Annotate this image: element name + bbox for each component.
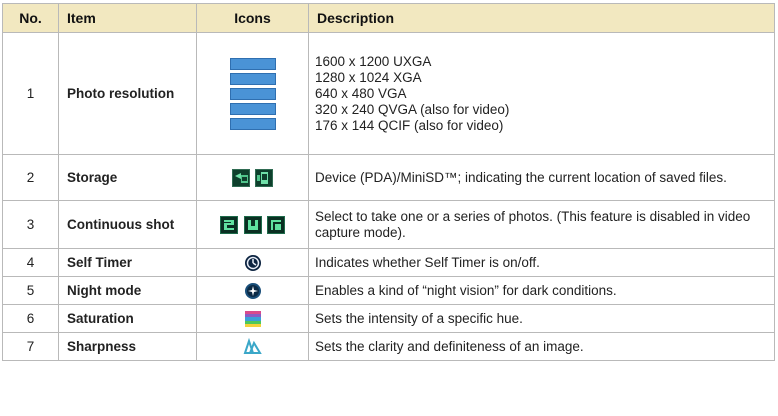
- row-icons: [196, 200, 309, 249]
- desc-line: 640 x 480 VGA: [315, 85, 407, 101]
- continuous-shot-series-icon: [243, 215, 262, 234]
- row-item: Sharpness: [58, 332, 197, 361]
- row-icons: [196, 248, 309, 277]
- header-description: Description: [308, 3, 775, 33]
- storage-minisd-icon: [231, 168, 250, 187]
- row-item: Photo resolution: [58, 32, 197, 155]
- saturation-icon: [244, 310, 261, 327]
- table-row: 4 Self Timer Indicates whether Self Time…: [2, 248, 775, 277]
- row-icons: [196, 154, 309, 201]
- row-description: 1600 x 1200 UXGA 1280 x 1024 XGA 640 x 4…: [308, 32, 775, 155]
- sharpness-icon: [243, 337, 262, 354]
- row-icons: [196, 276, 309, 305]
- night-mode-icon: [244, 282, 261, 299]
- row-description: Sets the clarity and definiteness of an …: [308, 332, 775, 361]
- camera-settings-table: No. Item Icons Description 1 Photo resol…: [2, 3, 775, 361]
- continuous-shot-burst-icon: [267, 215, 286, 234]
- desc-line: 176 x 144 QCIF (also for video): [315, 117, 504, 133]
- row-number: 7: [2, 332, 59, 361]
- res-640x480-icon: [229, 87, 276, 100]
- self-timer-icon: [244, 254, 261, 271]
- row-number: 1: [2, 32, 59, 155]
- res-1280x1024-icon: [229, 72, 276, 85]
- res-1600x1200-icon: [229, 57, 276, 70]
- table-row: 5 Night mode Enables a kind of “night vi…: [2, 276, 775, 305]
- header-icons: Icons: [196, 3, 309, 33]
- row-description: Device (PDA)/MiniSD™; indicating the cur…: [308, 154, 775, 201]
- storage-device-icon: [255, 168, 274, 187]
- row-number: 3: [2, 200, 59, 249]
- res-176x144-icon: [229, 117, 276, 130]
- row-icons: [196, 332, 309, 361]
- table-row: 6 Saturation Sets the intensity of a spe…: [2, 304, 775, 333]
- row-number: 5: [2, 276, 59, 305]
- row-item: Continuous shot: [58, 200, 197, 249]
- row-icons: [196, 32, 309, 155]
- table-row: 2 Storage Device (PDA)/MiniSD™; indicati…: [2, 154, 775, 201]
- row-item: Night mode: [58, 276, 197, 305]
- row-number: 4: [2, 248, 59, 277]
- row-description: Select to take one or a series of photos…: [308, 200, 775, 249]
- row-description: Enables a kind of “night vision” for dar…: [308, 276, 775, 305]
- table-header-row: No. Item Icons Description: [2, 3, 775, 33]
- desc-line: 1600 x 1200 UXGA: [315, 53, 432, 69]
- row-number: 6: [2, 304, 59, 333]
- table-row: 3 Continuous shot Select to take one or …: [2, 200, 775, 249]
- row-number: 2: [2, 154, 59, 201]
- desc-line: 320 x 240 QVGA (also for video): [315, 101, 510, 117]
- row-description: Sets the intensity of a specific hue.: [308, 304, 775, 333]
- header-item: Item: [58, 3, 197, 33]
- row-item: Self Timer: [58, 248, 197, 277]
- row-item: Saturation: [58, 304, 197, 333]
- continuous-shot-single-icon: [219, 215, 238, 234]
- row-item: Storage: [58, 154, 197, 201]
- header-no: No.: [2, 3, 59, 33]
- table-row: 1 Photo resolution 1600 x 1200 UXGA 1280…: [2, 32, 775, 155]
- desc-line: 1280 x 1024 XGA: [315, 69, 422, 85]
- table-row: 7 Sharpness Sets the clarity and definit…: [2, 332, 775, 361]
- res-320x240-icon: [229, 102, 276, 115]
- row-description: Indicates whether Self Timer is on/off.: [308, 248, 775, 277]
- row-icons: [196, 304, 309, 333]
